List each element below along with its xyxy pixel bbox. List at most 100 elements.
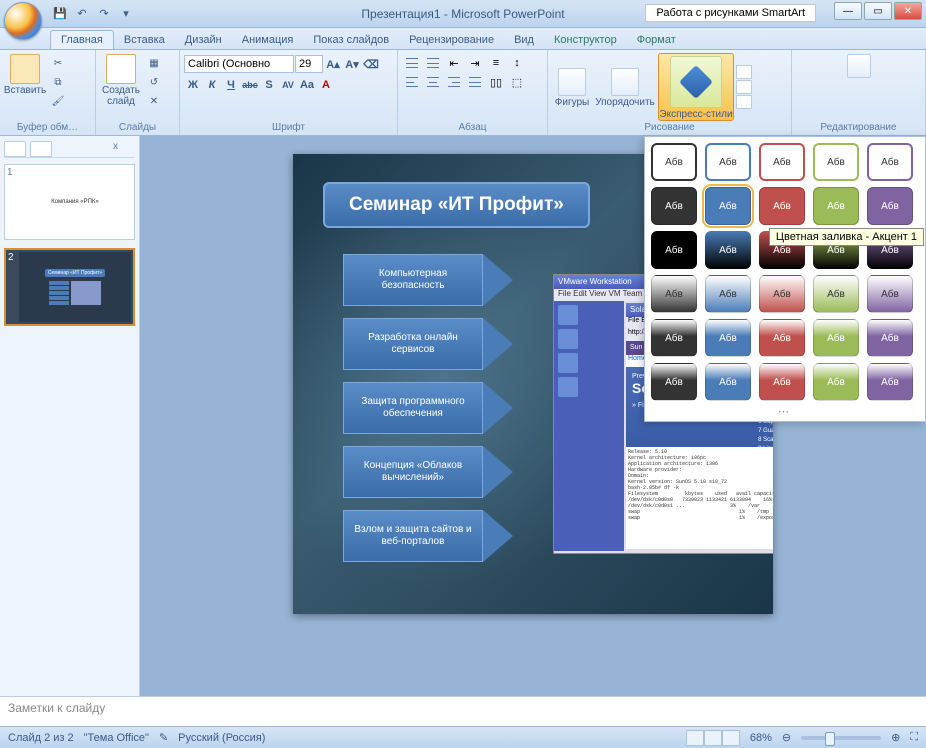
style-swatch-r1-c2[interactable]: Абв [759, 187, 805, 225]
gallery-more-icon[interactable]: ⋯ [651, 405, 919, 415]
font-family-combo[interactable]: Calibri (Основно [184, 55, 294, 73]
style-swatch-r4-c4[interactable]: Абв [867, 319, 913, 357]
close-button[interactable]: ✕ [894, 2, 922, 20]
tab-format[interactable]: Формат [627, 31, 686, 49]
shapes-button[interactable]: Фигуры [552, 66, 592, 108]
style-swatch-r5-c1[interactable]: Абв [705, 363, 751, 401]
cut-icon[interactable]: ✂ [48, 54, 68, 72]
arrange-button[interactable]: Упорядочить [594, 66, 656, 108]
notes-pane[interactable]: Заметки к слайду [0, 696, 926, 726]
format-painter-icon[interactable]: 🖌 [48, 92, 68, 110]
style-swatch-r2-c0[interactable]: Абв [651, 231, 697, 269]
shape-outline-icon[interactable] [736, 80, 752, 94]
qat-dropdown-icon[interactable]: ▾ [116, 4, 136, 24]
arrow-1[interactable]: Компьютерная безопасность [343, 254, 513, 306]
style-swatch-r0-c0[interactable]: Абв [651, 143, 697, 181]
slides-tab-icon[interactable] [4, 141, 26, 157]
style-swatch-r2-c1[interactable]: Абв [705, 231, 751, 269]
justify-icon[interactable] [465, 74, 485, 90]
numbering-icon[interactable] [423, 55, 443, 71]
shadow-button[interactable]: S [260, 76, 278, 94]
style-swatch-r0-c4[interactable]: Абв [867, 143, 913, 181]
style-swatch-r4-c1[interactable]: Абв [705, 319, 751, 357]
style-swatch-r3-c4[interactable]: Абв [867, 275, 913, 313]
convert-smartart-icon[interactable]: ⬚ [507, 74, 527, 90]
tab-insert[interactable]: Вставка [114, 31, 175, 49]
style-swatch-r0-c3[interactable]: Абв [813, 143, 859, 181]
thumbnail-1[interactable]: 1 Компания «РПК» [4, 164, 135, 240]
redo-icon[interactable]: ↷ [94, 4, 114, 24]
arrow-2[interactable]: Разработка онлайн сервисов [343, 318, 513, 370]
tab-design[interactable]: Дизайн [175, 31, 232, 49]
close-panel-icon[interactable]: x [113, 141, 135, 157]
bold-button[interactable]: Ж [184, 76, 202, 94]
arrow-5[interactable]: Взлом и защита сайтов и веб-порталов [343, 510, 513, 562]
undo-icon[interactable]: ↶ [72, 4, 92, 24]
find-button[interactable] [839, 52, 879, 78]
strike-button[interactable]: abc [241, 76, 259, 94]
text-direction-icon[interactable]: ↕ [507, 55, 527, 71]
style-swatch-r4-c2[interactable]: Абв [759, 319, 805, 357]
maximize-button[interactable]: ▭ [864, 2, 892, 20]
indent-inc-icon[interactable]: ⇥ [465, 55, 485, 71]
grow-font-icon[interactable]: A▴ [324, 55, 342, 73]
tab-view[interactable]: Вид [504, 31, 544, 49]
align-right-icon[interactable] [444, 74, 464, 90]
quick-styles-button[interactable]: Экспресс-стили [658, 53, 734, 121]
shape-fill-icon[interactable] [736, 65, 752, 79]
style-swatch-r5-c2[interactable]: Абв [759, 363, 805, 401]
tab-slideshow[interactable]: Показ слайдов [303, 31, 399, 49]
style-swatch-r5-c3[interactable]: Абв [813, 363, 859, 401]
smartart-arrows[interactable]: Компьютерная безопасность Разработка онл… [343, 254, 513, 562]
slide-title-shape[interactable]: Семинар «ИТ Профит» [323, 182, 590, 228]
arrow-3[interactable]: Защита программного обеспечения [343, 382, 513, 434]
spacing-button[interactable]: AV [279, 76, 297, 94]
change-case-button[interactable]: Aa [298, 76, 316, 94]
delete-slide-icon[interactable]: ✕ [144, 92, 164, 110]
style-swatch-r3-c2[interactable]: Абв [759, 275, 805, 313]
minimize-button[interactable]: — [834, 2, 862, 20]
font-color-button[interactable]: A [317, 76, 335, 94]
style-swatch-r5-c0[interactable]: Абв [651, 363, 697, 401]
layout-icon[interactable]: ▦ [144, 54, 164, 72]
shape-effects-icon[interactable] [736, 95, 752, 109]
tab-animation[interactable]: Анимация [232, 31, 304, 49]
style-swatch-r1-c3[interactable]: Абв [813, 187, 859, 225]
line-spacing-icon[interactable]: ≡ [486, 55, 506, 71]
quick-styles-gallery: АбвАбвАбвАбвАбвАбвАбвАбвАбвАбвАбвАбвАбвА… [644, 136, 926, 422]
style-swatch-r0-c1[interactable]: Абв [705, 143, 751, 181]
thumbnail-2[interactable]: 2 Семинар «ИТ Профит» [4, 248, 135, 326]
arrow-4[interactable]: Концепция «Облаков вычислений» [343, 446, 513, 498]
clear-format-icon[interactable]: ⌫ [362, 55, 380, 73]
align-left-icon[interactable] [402, 74, 422, 90]
style-swatch-r4-c3[interactable]: Абв [813, 319, 859, 357]
style-swatch-r4-c0[interactable]: Абв [651, 319, 697, 357]
tab-home[interactable]: Главная [50, 30, 114, 49]
columns-icon[interactable]: ▯▯ [486, 74, 506, 90]
save-icon[interactable]: 💾 [50, 4, 70, 24]
paste-button[interactable]: Вставить [4, 52, 46, 96]
align-center-icon[interactable] [423, 74, 443, 90]
office-button[interactable] [4, 2, 42, 40]
tab-constructor[interactable]: Конструктор [544, 31, 627, 49]
italic-button[interactable]: К [203, 76, 221, 94]
shrink-font-icon[interactable]: A▾ [343, 55, 361, 73]
tab-review[interactable]: Рецензирование [399, 31, 504, 49]
bullets-icon[interactable] [402, 55, 422, 71]
copy-icon[interactable]: ⧉ [48, 73, 68, 91]
outline-tab-icon[interactable] [30, 141, 52, 157]
style-swatch-r1-c4[interactable]: Абв [867, 187, 913, 225]
style-swatch-r3-c3[interactable]: Абв [813, 275, 859, 313]
reset-icon[interactable]: ↺ [144, 73, 164, 91]
style-swatch-r0-c2[interactable]: Абв [759, 143, 805, 181]
embed-console: Release: 5.10 Kernel architecture: i86pc… [626, 447, 773, 527]
indent-dec-icon[interactable]: ⇤ [444, 55, 464, 71]
underline-button[interactable]: Ч [222, 76, 240, 94]
new-slide-button[interactable]: Создать слайд [100, 52, 142, 107]
style-swatch-r3-c0[interactable]: Абв [651, 275, 697, 313]
style-swatch-r3-c1[interactable]: Абв [705, 275, 751, 313]
style-swatch-r1-c0[interactable]: Абв [651, 187, 697, 225]
style-swatch-r1-c1[interactable]: Абв [705, 187, 751, 225]
font-size-combo[interactable]: 29 [295, 55, 323, 73]
style-swatch-r5-c4[interactable]: Абв [867, 363, 913, 401]
